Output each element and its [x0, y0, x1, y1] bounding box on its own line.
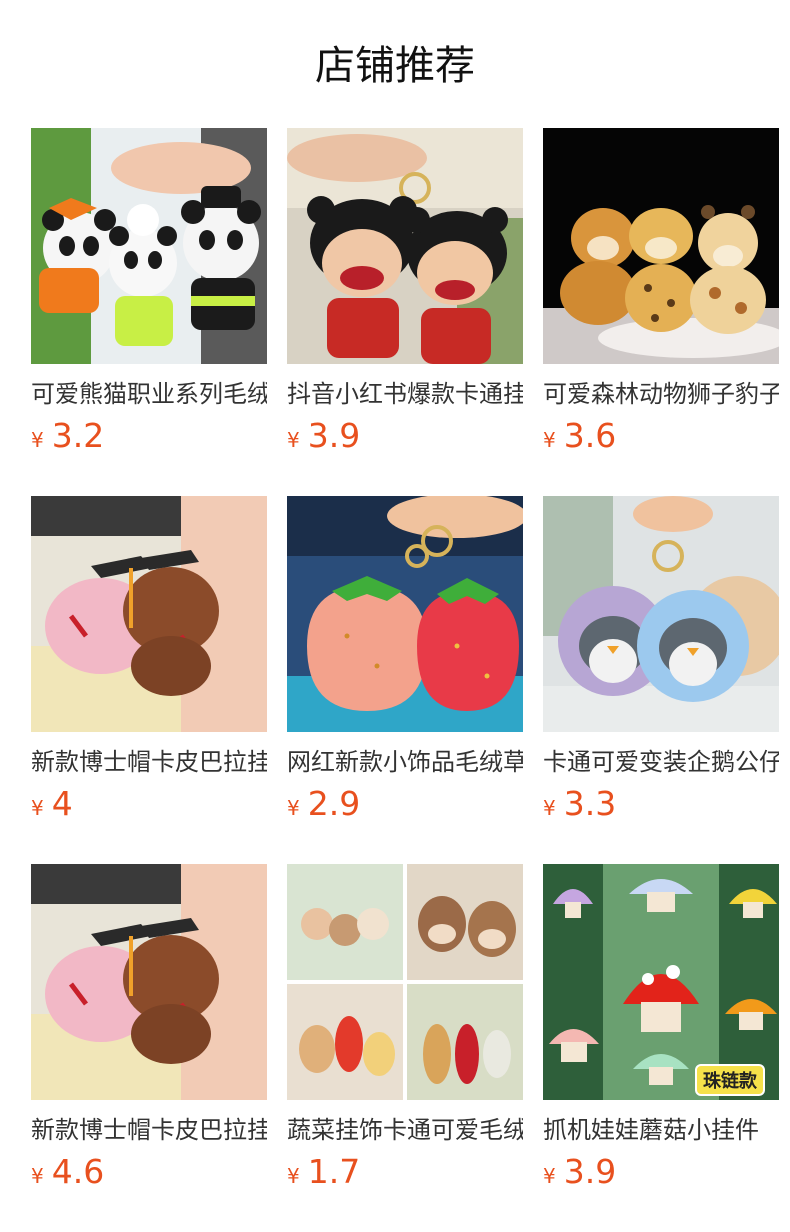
product-image[interactable] [31, 864, 267, 1100]
price-value: 3.9 [307, 416, 361, 455]
product-price: ¥1.7 [287, 1152, 523, 1192]
product-card[interactable]: 抖音小红书爆款卡通挂件 ¥3.9 [287, 128, 523, 496]
product-price: ¥4.6 [31, 1152, 267, 1192]
section-title: 店铺推荐 [315, 43, 475, 89]
variant-badge: 珠链款 [695, 1064, 765, 1096]
product-grid: 可爱熊猫职业系列毛绒挂件 ¥3.2 [31, 128, 779, 1232]
product-name[interactable]: 可爱熊猫职业系列毛绒挂件 [31, 378, 267, 410]
product-price: ¥2.9 [287, 784, 523, 824]
product-card[interactable]: 卡通可爱变装企鹅公仔 ¥3.3 [543, 496, 779, 864]
product-image[interactable] [31, 496, 267, 732]
product-name[interactable]: 新款博士帽卡皮巴拉挂件 [31, 746, 267, 778]
product-card[interactable]: 网红新款小饰品毛绒草莓 ¥2.9 [287, 496, 523, 864]
currency-symbol: ¥ [287, 1164, 300, 1188]
product-image[interactable] [543, 496, 779, 732]
product-name[interactable]: 卡通可爱变装企鹅公仔 [543, 746, 779, 778]
product-name[interactable]: 抓机娃娃蘑菇小挂件 [543, 1114, 779, 1146]
product-name[interactable]: 蔬菜挂饰卡通可爱毛绒 [287, 1114, 523, 1146]
product-price: ¥3.9 [287, 416, 523, 456]
currency-symbol: ¥ [287, 796, 300, 820]
product-card[interactable]: 可爱森林动物狮子豹子挂件 ¥3.6 [543, 128, 779, 496]
product-card[interactable]: 蔬菜挂饰卡通可爱毛绒 ¥1.7 [287, 864, 523, 1232]
price-value: 3.9 [563, 1152, 617, 1191]
product-card[interactable]: 新款博士帽卡皮巴拉挂件 ¥4 [31, 496, 267, 864]
price-value: 3.3 [563, 784, 617, 823]
currency-symbol: ¥ [31, 796, 44, 820]
price-value: 2.9 [307, 784, 361, 823]
product-name[interactable]: 新款博士帽卡皮巴拉挂件 [31, 1114, 267, 1146]
currency-symbol: ¥ [543, 1164, 556, 1188]
product-card[interactable]: 新款博士帽卡皮巴拉挂件 ¥4.6 [31, 864, 267, 1232]
currency-symbol: ¥ [287, 428, 300, 452]
price-value: 4.6 [51, 1152, 105, 1191]
product-price: ¥3.3 [543, 784, 779, 824]
product-price: ¥3.9 [543, 1152, 779, 1192]
product-image[interactable] [287, 128, 523, 364]
product-price: ¥4 [31, 784, 267, 824]
product-price: ¥3.2 [31, 416, 267, 456]
product-name[interactable]: 可爱森林动物狮子豹子挂件 [543, 378, 779, 410]
product-image[interactable] [31, 128, 267, 364]
product-name[interactable]: 抖音小红书爆款卡通挂件 [287, 378, 523, 410]
price-value: 1.7 [307, 1152, 361, 1191]
currency-symbol: ¥ [543, 796, 556, 820]
price-value: 3.2 [51, 416, 105, 455]
currency-symbol: ¥ [31, 1164, 44, 1188]
product-image[interactable] [287, 864, 523, 1100]
product-image[interactable]: 珠链款 [543, 864, 779, 1100]
product-image[interactable] [543, 128, 779, 364]
product-price: ¥3.6 [543, 416, 779, 456]
currency-symbol: ¥ [543, 428, 556, 452]
product-name[interactable]: 网红新款小饰品毛绒草莓 [287, 746, 523, 778]
price-value: 4 [51, 784, 73, 823]
product-image[interactable] [287, 496, 523, 732]
product-card[interactable]: 珠链款 抓机娃娃蘑菇小挂件 ¥3.9 [543, 864, 779, 1232]
price-value: 3.6 [563, 416, 617, 455]
product-card[interactable]: 可爱熊猫职业系列毛绒挂件 ¥3.2 [31, 128, 267, 496]
currency-symbol: ¥ [31, 428, 44, 452]
